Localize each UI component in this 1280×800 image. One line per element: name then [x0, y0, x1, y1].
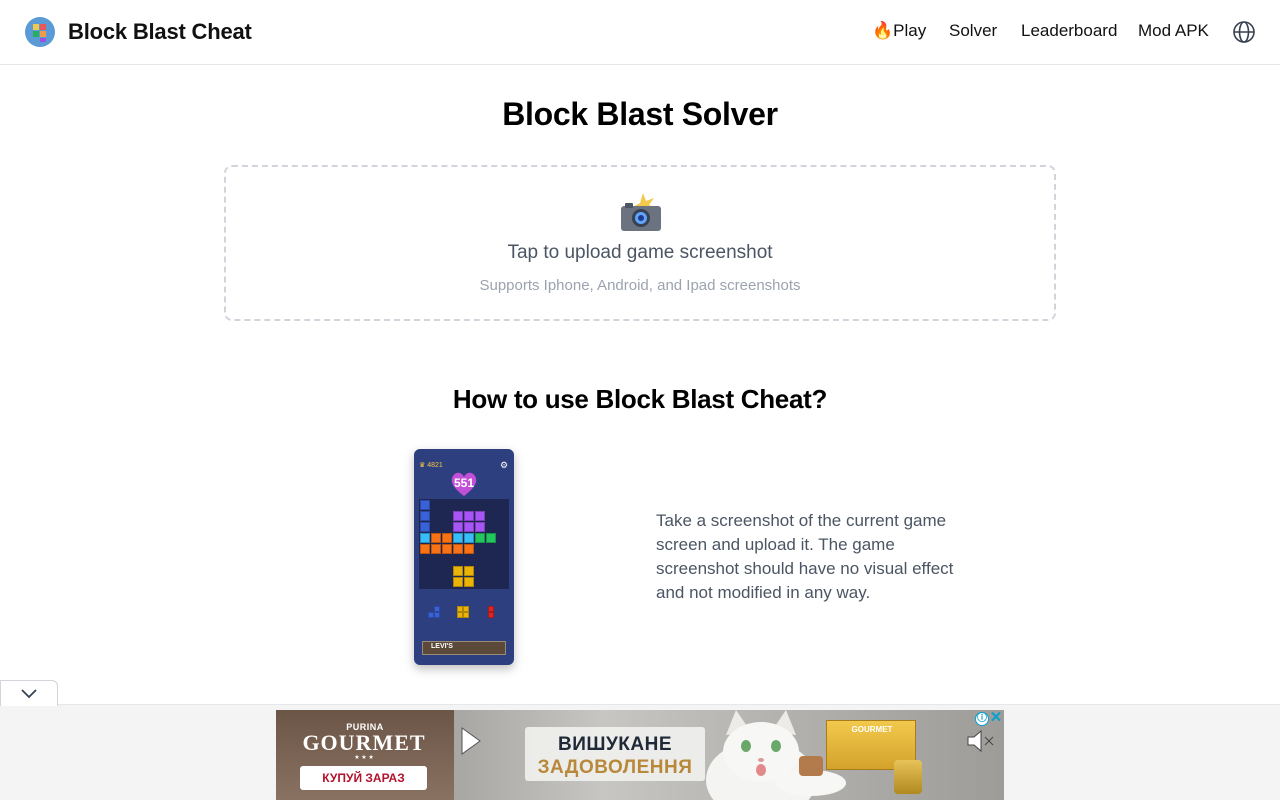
- example-game-screenshot: ♛ 4821 ⚙ 551 LEVI'S: [414, 449, 514, 665]
- page-title: Block Blast Solver: [502, 96, 778, 132]
- nav-link-play[interactable]: 🔥Play: [872, 21, 926, 41]
- upload-hint: Supports Iphone, Android, and Ipad scree…: [479, 277, 801, 294]
- ad-close-button[interactable]: ✕: [989, 710, 1003, 726]
- ad-cta-button[interactable]: КУПУЙ ЗАРАЗ: [300, 766, 427, 790]
- game-board: [419, 499, 509, 589]
- food-portion: [799, 756, 823, 776]
- ad-choices-icon[interactable]: ⓘ: [975, 712, 989, 726]
- piece-tray: [414, 604, 514, 624]
- ad-headline-line-1: ВИШУКАНЕ: [557, 734, 672, 755]
- nav-link-mod-apk[interactable]: Mod APK: [1138, 21, 1209, 41]
- upload-label: Tap to upload game screenshot: [507, 242, 773, 263]
- best-score: ♛ 4821: [419, 462, 443, 469]
- nav-link-solver[interactable]: Solver: [949, 21, 997, 41]
- step-description: Take a screenshot of the current game sc…: [656, 511, 954, 602]
- ad-stars: ★ ★ ★: [354, 755, 374, 761]
- ad-headline: ВИШУКАНЕ ЗАДОВОЛЕННЯ: [525, 727, 705, 781]
- ad-brand-logo: GOURMET: [302, 730, 426, 755]
- upload-dropzone[interactable]: Tap to upload game screenshot Supports I…: [224, 165, 1056, 321]
- site-brand[interactable]: Block Blast Cheat: [68, 19, 252, 45]
- chevron-down-icon: [21, 689, 37, 699]
- ad-product-can: [894, 760, 922, 794]
- play-icon[interactable]: [460, 726, 482, 756]
- block-blast-logo-icon[interactable]: [25, 17, 55, 47]
- how-to-title: How to use Block Blast Cheat?: [452, 384, 828, 414]
- gear-icon: ⚙: [500, 460, 509, 470]
- ad-headline-line-2: ЗАДОВОЛЕННЯ: [537, 757, 693, 778]
- game-score: 551: [453, 476, 475, 490]
- ad-banner[interactable]: PURINA GOURMET ★ ★ ★ КУПУЙ ЗАРАЗ ВИШУКАН…: [276, 710, 1004, 800]
- in-game-ad-banner: LEVI'S: [422, 641, 506, 655]
- ad-collapse-button[interactable]: [0, 680, 58, 706]
- site-header: Block Blast Cheat 🔥Play Solver Leaderboa…: [0, 0, 1280, 65]
- camera-flash-icon: [621, 193, 661, 231]
- ad-product-label: GOURMET: [851, 725, 893, 734]
- ad-brand-panel: PURINA GOURMET ★ ★ ★ КУПУЙ ЗАРАЗ: [276, 710, 454, 800]
- nav-link-leaderboard[interactable]: Leaderboard: [1021, 21, 1117, 41]
- globe-icon[interactable]: [1232, 20, 1256, 44]
- mute-icon[interactable]: [966, 728, 996, 754]
